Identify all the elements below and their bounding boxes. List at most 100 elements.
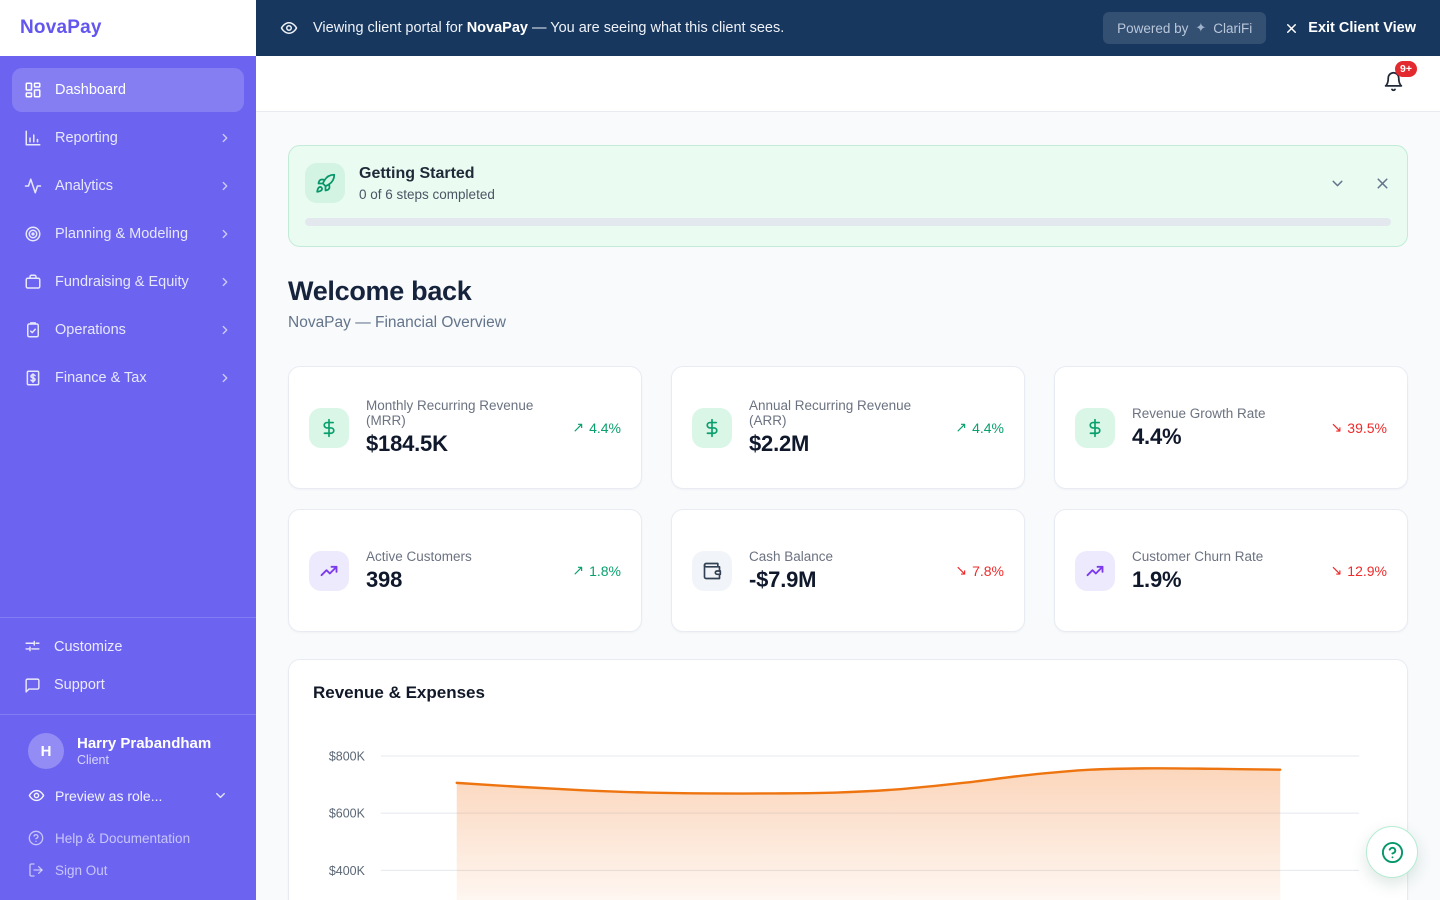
help-circle-icon — [1381, 841, 1404, 864]
metric-value: $2.2M — [749, 431, 810, 456]
chevron-right-icon — [218, 179, 232, 193]
trend-down-arrow-icon: ↘ — [955, 562, 968, 578]
dashboard-icon — [24, 81, 42, 99]
sidebar-item-planning-modeling[interactable]: Planning & Modeling — [12, 212, 244, 256]
trend-down-arrow-icon: ↘ — [1330, 562, 1343, 578]
svg-text:$800K: $800K — [329, 749, 366, 763]
sidebar-item-label: Support — [54, 677, 105, 693]
activity-icon — [24, 177, 42, 195]
getting-started-progress-bar — [305, 218, 1391, 226]
sidebar-item-customize[interactable]: Customize — [12, 628, 244, 666]
sidebar-item-label: Help & Documentation — [55, 830, 191, 846]
powered-by-clarifi-button[interactable]: Powered by ✦ ClariFi — [1103, 12, 1267, 44]
sidebar-item-fundraising-equity[interactable]: Fundraising & Equity — [12, 260, 244, 304]
sliders-icon — [24, 639, 41, 656]
getting-started-progress-text: 0 of 6 steps completed — [359, 186, 495, 202]
metric-value: 1.9% — [1132, 566, 1182, 592]
metric-delta: ↗ 1.8% — [572, 562, 621, 579]
sidebar-footer-links: Customize Support — [0, 617, 256, 714]
sidebar-item-label: Analytics — [55, 178, 114, 194]
eye-icon — [28, 787, 45, 804]
clipboard-check-icon — [24, 321, 42, 339]
sidebar-item-label: Finance & Tax — [55, 370, 147, 386]
user-role: Client — [77, 753, 109, 768]
sidebar-item-dashboard[interactable]: Dashboard — [12, 68, 244, 112]
svg-text:$400K: $400K — [329, 864, 366, 878]
chevron-right-icon — [218, 371, 232, 385]
sparkle-icon: ✦ — [1195, 20, 1207, 35]
client-name: NovaPay — [466, 20, 528, 36]
sidebar-item-label: Sign Out — [55, 862, 108, 878]
preview-as-role-label: Preview as role... — [55, 787, 163, 804]
metric-card-revenue-growth: Revenue Growth Rate 4.4% ↘ 39.5% — [1054, 366, 1408, 489]
sidebar-item-sign-out[interactable]: Sign Out — [12, 854, 244, 894]
notification-count-badge: 9+ — [1395, 60, 1417, 77]
metric-label: Annual Recurring Revenue (ARR) — [749, 398, 912, 428]
chevron-right-icon — [218, 323, 232, 337]
bar-chart-icon — [24, 129, 42, 147]
app-logo: NovaPay — [20, 17, 102, 38]
chevron-right-icon — [218, 131, 232, 145]
client-view-banner: Viewing client portal for NovaPay — You … — [256, 0, 1440, 56]
dollar-sign-icon — [1075, 407, 1115, 448]
rocket-icon — [305, 163, 345, 203]
sign-out-icon — [28, 862, 44, 878]
sidebar-item-label: Operations — [55, 322, 126, 338]
metric-card-cash-balance: Cash Balance -$7.9M ↘ 7.8% — [671, 509, 1025, 632]
metric-label: Monthly Recurring Revenue (MRR) — [366, 398, 534, 428]
sidebar-user-section: H Harry Prabandham Client Preview as rol… — [0, 714, 256, 900]
notifications-button[interactable]: 9+ — [1383, 60, 1417, 97]
sidebar-item-label: Fundraising & Equity — [55, 274, 189, 290]
metric-card-mrr: Monthly Recurring Revenue (MRR) $184.5K … — [288, 366, 642, 489]
sidebar-item-operations[interactable]: Operations — [12, 308, 244, 352]
trend-up-arrow-icon: ↗ — [572, 419, 585, 435]
metrics-grid: Monthly Recurring Revenue (MRR) $184.5K … — [288, 366, 1408, 632]
page-subtitle: NovaPay — Financial Overview — [288, 314, 506, 331]
receipt-dollar-icon — [24, 369, 42, 387]
topbar: 9+ — [256, 56, 1440, 112]
metric-label: Cash Balance — [749, 548, 834, 564]
getting-started-banner: Getting Started 0 of 6 steps completed — [288, 145, 1408, 247]
sidebar-item-finance-tax[interactable]: Finance & Tax — [12, 356, 244, 400]
sidebar-item-reporting[interactable]: Reporting — [12, 116, 244, 160]
chevron-down-icon — [213, 788, 228, 803]
metric-card-churn-rate: Customer Churn Rate 1.9% ↘ 12.9% — [1054, 509, 1408, 632]
main-area: Viewing client portal for NovaPay — You … — [256, 0, 1440, 900]
metric-card-active-customers: Active Customers 398 ↗ 1.8% — [288, 509, 642, 632]
trend-up-arrow-icon: ↗ — [955, 419, 968, 435]
dismiss-icon[interactable] — [1374, 175, 1391, 192]
help-circle-icon — [28, 830, 44, 846]
metric-card-arr: Annual Recurring Revenue (ARR) $2.2M ↗ 4.… — [671, 366, 1025, 489]
metric-delta: ↗ 4.4% — [955, 419, 1004, 436]
trending-up-icon — [309, 550, 349, 591]
collapse-chevron-icon[interactable] — [1329, 175, 1346, 192]
trend-up-arrow-icon: ↗ — [572, 562, 585, 578]
chevron-right-icon — [218, 227, 232, 241]
close-icon — [1284, 21, 1299, 36]
sidebar-nav: Dashboard Reporting Analytics Planning &… — [0, 56, 256, 400]
sidebar-item-analytics[interactable]: Analytics — [12, 164, 244, 208]
page-content: Getting Started 0 of 6 steps completed W… — [256, 112, 1440, 900]
sidebar-item-help-documentation[interactable]: Help & Documentation — [12, 822, 244, 854]
client-view-text: Viewing client portal for NovaPay — You … — [313, 20, 785, 36]
dollar-sign-icon — [692, 407, 732, 448]
chat-bubble-icon — [24, 677, 41, 694]
avatar: H — [28, 733, 64, 769]
sidebar-item-label: Customize — [54, 639, 123, 655]
metric-value: -$7.9M — [749, 566, 817, 592]
exit-client-view-button[interactable]: Exit Client View — [1284, 20, 1416, 36]
revenue-chart-svg: $800K$600K$400K$200K — [329, 749, 1360, 900]
help-button[interactable] — [1366, 826, 1418, 878]
metric-delta: ↘ 12.9% — [1330, 562, 1387, 579]
preview-as-role-selector[interactable]: Preview as role... — [16, 779, 240, 812]
sidebar-item-label: Dashboard — [55, 82, 126, 98]
metric-value: 398 — [366, 566, 403, 592]
target-icon — [24, 225, 42, 243]
metric-value: 4.4% — [1132, 423, 1182, 449]
metric-label: Active Customers — [366, 548, 472, 564]
revenue-expenses-chart-card: Revenue & Expenses $800K$600K$400K$200K — [288, 659, 1408, 900]
sidebar: NovaPay Dashboard Reporting Analytics Pl… — [0, 0, 256, 900]
sidebar-item-support[interactable]: Support — [12, 666, 244, 704]
trend-down-arrow-icon: ↘ — [1330, 419, 1343, 435]
